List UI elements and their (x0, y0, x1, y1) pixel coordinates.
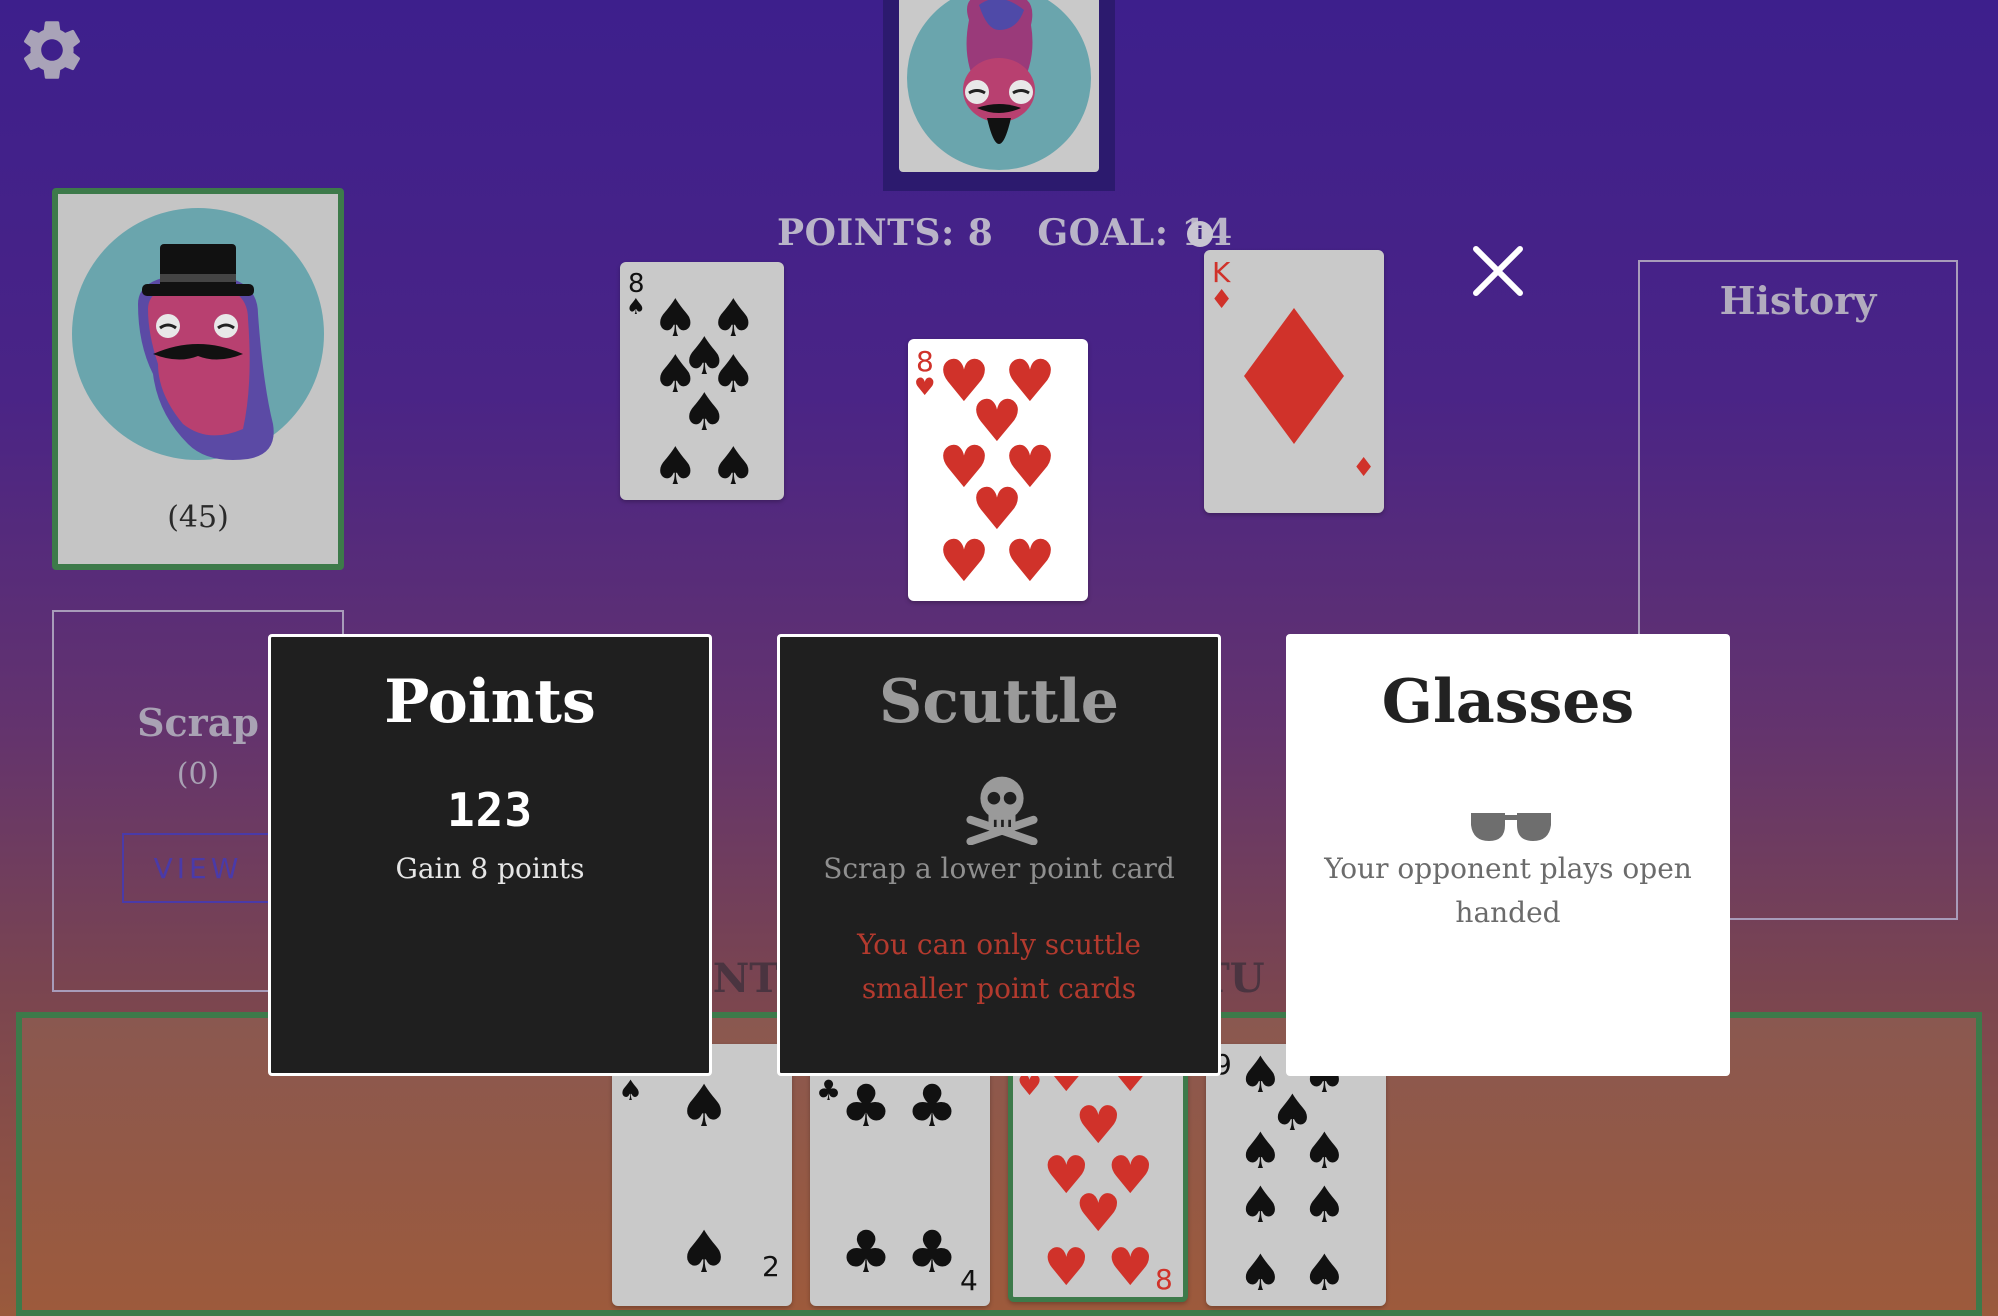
svg-text:♥: ♥ (1107, 1238, 1154, 1297)
option-points[interactable]: Points 123 Gain 8 points (268, 634, 712, 1076)
option-description: Your opponent plays open handed (1324, 852, 1692, 929)
svg-text:♠: ♠ (1238, 1176, 1283, 1234)
history-title: History (1719, 278, 1877, 323)
player-avatar-icon (72, 208, 324, 460)
selected-target-card[interactable]: 8 ♥ ♥ ♥ ♥ ♥ ♥ ♥ ♥ ♥ (908, 339, 1088, 601)
svg-text:♣: ♣ (906, 1218, 958, 1286)
gear-icon[interactable] (16, 14, 88, 86)
numbers-icon: 123 (446, 783, 534, 837)
svg-text:♦: ♦ (1352, 453, 1375, 483)
option-title: Glasses (1381, 667, 1635, 737)
svg-text:♠: ♠ (1302, 1176, 1347, 1234)
svg-text:♥: ♥ (1004, 527, 1056, 595)
option-warning: You can only scuttle smaller point cards (857, 928, 1141, 1005)
svg-text:♠: ♠ (1238, 1122, 1283, 1180)
skull-crossbones-icon (966, 776, 1038, 845)
svg-text:♥: ♥ (1043, 1238, 1090, 1297)
opponent-avatar (899, 0, 1099, 172)
info-icon[interactable]: i (1187, 221, 1213, 247)
svg-text:♠: ♠ (681, 383, 728, 443)
close-icon[interactable] (1470, 243, 1526, 299)
svg-text:♦: ♦ (1210, 285, 1233, 315)
deck-count: (45) (167, 500, 229, 535)
svg-text:♠: ♠ (1238, 1244, 1283, 1302)
option-scuttle[interactable]: Scuttle Scrap a lower point card You can… (777, 634, 1221, 1076)
view-scrap-button[interactable]: VIEW (122, 833, 274, 903)
svg-text:♥: ♥ (938, 527, 990, 595)
svg-text:♣: ♣ (816, 1074, 841, 1107)
option-description: Scrap a lower point card (823, 852, 1175, 885)
svg-text:♣: ♣ (840, 1218, 892, 1286)
option-glasses[interactable]: Glasses Your opponent plays open handed (1286, 634, 1730, 1076)
svg-text:♠: ♠ (1302, 1244, 1347, 1302)
svg-text:♣: ♣ (906, 1072, 958, 1140)
hand-card[interactable]: ♠ ♠ ♠ 2 (612, 1044, 792, 1306)
hand-card-selected[interactable]: ♥ ♥♥ ♥ ♥♥ ♥ ♥♥ 8 (1008, 1040, 1188, 1302)
opponent-face-card[interactable]: K ♦ ♦ (1204, 250, 1384, 513)
svg-text:♠: ♠ (710, 437, 757, 497)
svg-text:♠: ♠ (626, 295, 646, 320)
hand-card[interactable]: 9 ♠♠ ♠ ♠♠ ♠♠ ♠♠ (1206, 1044, 1386, 1306)
card-rank: 2 (762, 1250, 780, 1283)
svg-text:♣: ♣ (840, 1072, 892, 1140)
svg-text:♥: ♥ (1075, 1184, 1122, 1244)
svg-text:♠: ♠ (678, 1218, 730, 1286)
svg-text:♠: ♠ (618, 1074, 643, 1107)
points-value: POINTS: 8 (777, 212, 994, 254)
card-rank: 8 (1155, 1263, 1173, 1296)
option-title: Scuttle (879, 667, 1119, 737)
svg-text:♠: ♠ (678, 1072, 730, 1140)
svg-text:♠: ♠ (652, 437, 699, 497)
opponent-avatar-icon (907, 0, 1091, 170)
opponent-point-card[interactable]: 8 ♠ ♠ ♠ ♠ ♠ ♠ ♠ ♠ ♠ (620, 262, 784, 500)
svg-text:♠: ♠ (1302, 1122, 1347, 1180)
hand-card[interactable]: ♣ ♣ ♣ ♣ ♣ 4 (810, 1044, 990, 1306)
card-rank: 4 (960, 1264, 978, 1297)
svg-text:♥: ♥ (914, 373, 936, 401)
option-title: Points (384, 667, 596, 737)
option-description: Gain 8 points (395, 852, 585, 885)
